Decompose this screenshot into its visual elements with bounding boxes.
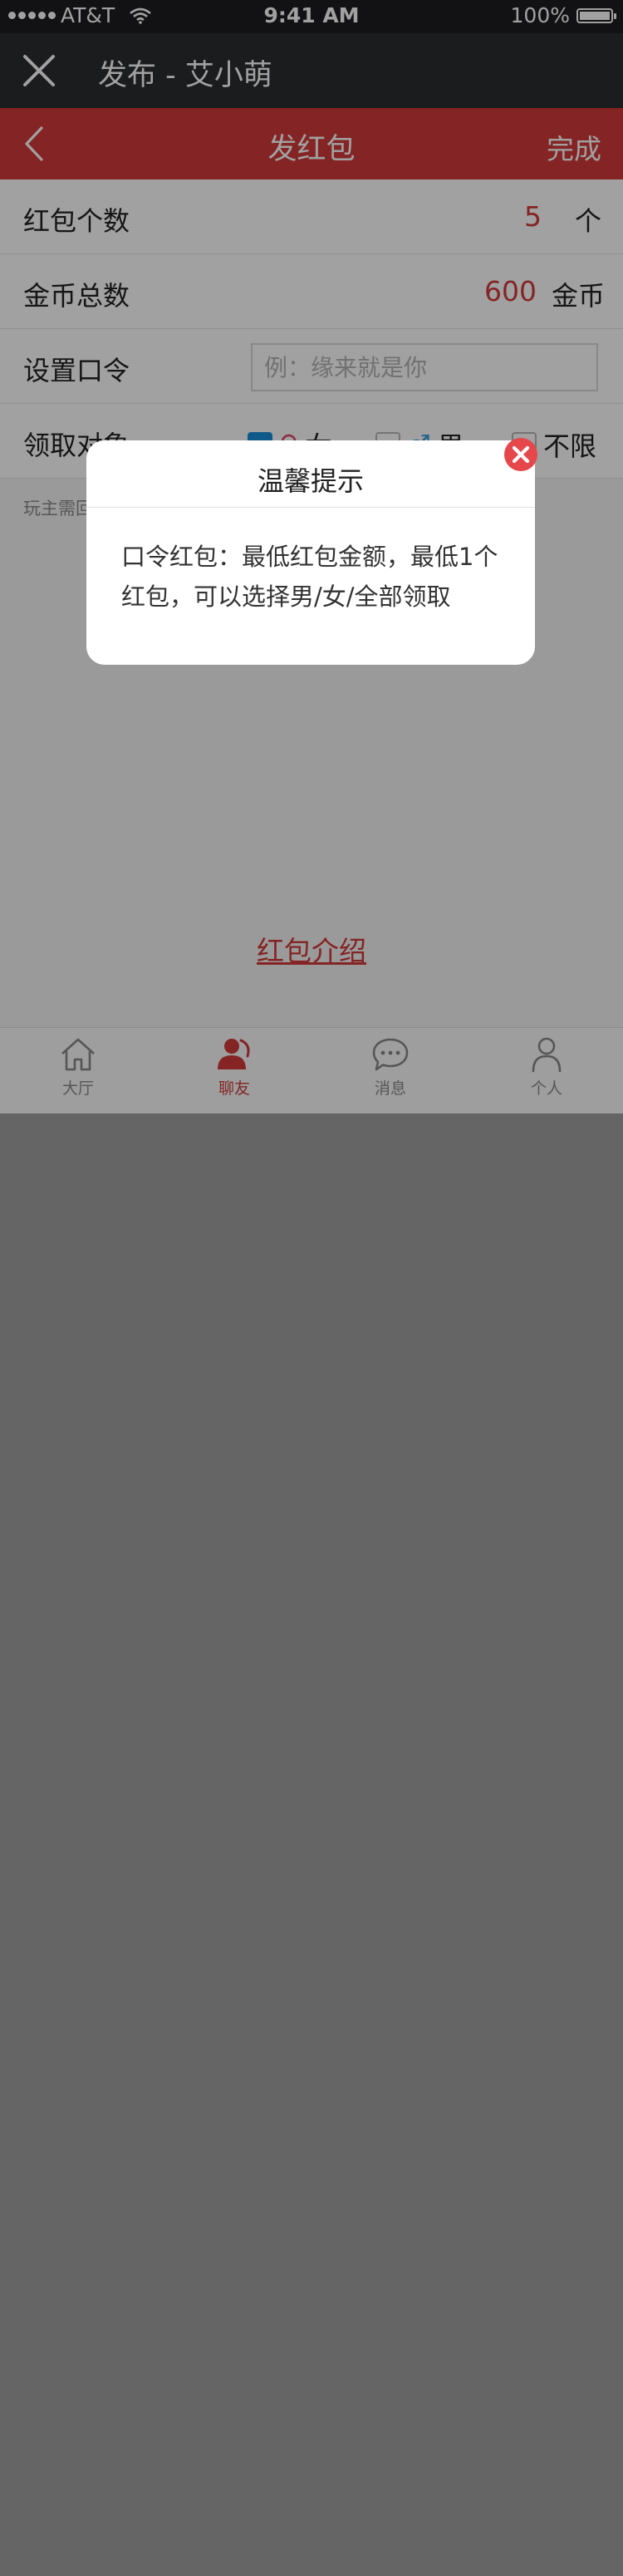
tip-dialog: 温馨提示 口令红包：最低红包金额，最低1个红包，可以选择男/女/全部领取 xyxy=(86,440,535,665)
screen: AT&T 9:41 AM 100% 发布 - 艾小萌 发红包 完成 红包个数 5… xyxy=(0,0,623,2576)
modal-overlay[interactable] xyxy=(0,0,623,2576)
dialog-body: 口令红包：最低红包金额，最低1个红包，可以选择男/女/全部领取 xyxy=(121,543,498,611)
close-circle-icon[interactable] xyxy=(503,437,538,472)
dialog-divider xyxy=(86,507,535,508)
dialog-title: 温馨提示 xyxy=(257,465,364,497)
